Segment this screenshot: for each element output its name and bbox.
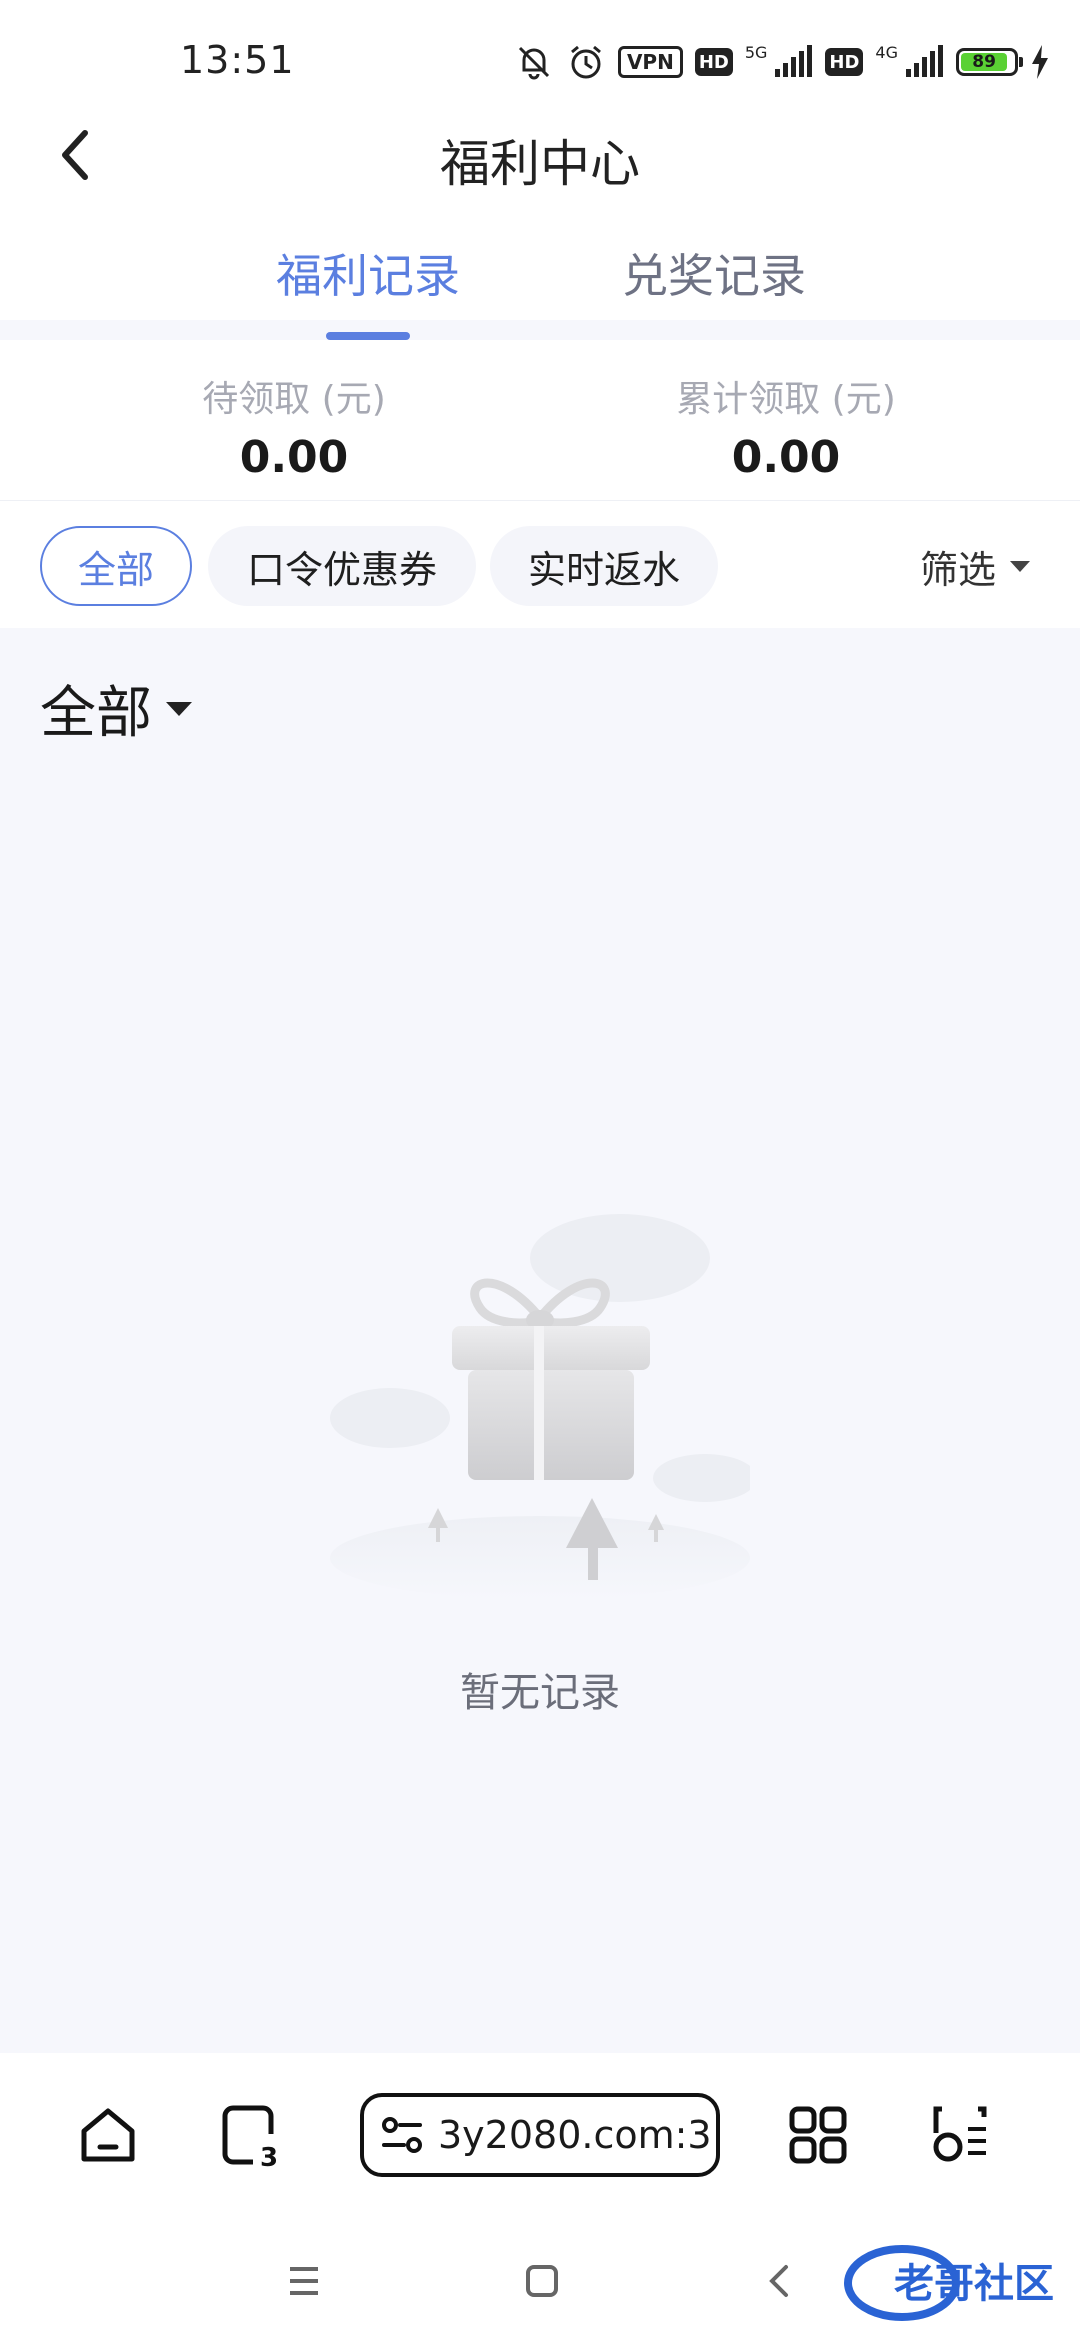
- watermark-text: 老哥社区: [894, 2261, 1054, 2307]
- summary-panel: 待领取 (元) 0.00 累计领取 (元) 0.00: [0, 340, 1080, 500]
- browser-toolbar: 3 3y2080.com:3: [0, 2053, 1080, 2223]
- battery-indicator: 89: [956, 48, 1023, 76]
- back-icon[interactable]: [750, 2251, 810, 2311]
- signal-icon-2: [904, 42, 944, 82]
- menu-icon[interactable]: [274, 2251, 334, 2311]
- battery-level: 89: [961, 52, 1008, 72]
- filter-label: 筛选: [919, 547, 996, 592]
- charging-icon: [1030, 42, 1050, 82]
- total-summary: 累计领取 (元) 0.00: [606, 370, 966, 483]
- hd-badge-2: HD: [825, 48, 864, 76]
- header: 福利中心 福利记录 兑奖记录: [0, 120, 1080, 340]
- chip-all[interactable]: 全部: [40, 526, 192, 606]
- mute-bell-icon: [514, 42, 554, 82]
- status-time: 13:51: [180, 38, 295, 82]
- url-text: 3y2080.com:3: [438, 2113, 712, 2157]
- tabs-icon[interactable]: 3: [212, 2095, 292, 2175]
- address-bar[interactable]: 3y2080.com:3: [360, 2093, 720, 2177]
- vpn-badge: VPN: [617, 46, 683, 78]
- status-bar: 13:51 VPN HD 5G HD 4G 89: [0, 0, 1080, 120]
- tab-welfare-records[interactable]: 福利记录: [276, 240, 460, 306]
- system-nav-bar: 老哥社区: [0, 2223, 1080, 2340]
- page-title: 福利中心: [440, 135, 640, 193]
- pending-label: 待领取 (元): [202, 379, 386, 420]
- network-type-label: 5G: [744, 42, 768, 62]
- tab-count: 3: [260, 2143, 278, 2170]
- group-label: 全部: [40, 681, 152, 746]
- watermark-logo: 老哥社区: [844, 2245, 1054, 2321]
- total-value: 0.00: [731, 432, 841, 483]
- signal-icon: [773, 42, 813, 82]
- filter-button[interactable]: 筛选: [920, 526, 1030, 606]
- scan-icon[interactable]: [920, 2095, 1000, 2175]
- gift-box-icon: [330, 1214, 750, 1600]
- network-type-label-2: 4G: [875, 42, 898, 62]
- tab-redeem-records[interactable]: 兑奖记录: [622, 240, 806, 306]
- caret-down-icon: [166, 701, 192, 716]
- alarm-icon: [566, 42, 606, 82]
- pending-summary: 待领取 (元) 0.00: [114, 370, 474, 483]
- site-settings-icon: [382, 2117, 422, 2153]
- hd-badge: HD: [694, 48, 733, 76]
- home-square-icon[interactable]: [512, 2251, 572, 2311]
- tab-bar: 福利记录 兑奖记录: [0, 240, 1080, 340]
- caret-down-icon: [1010, 560, 1030, 572]
- pending-value: 0.00: [239, 432, 349, 483]
- active-tab-indicator: [326, 332, 410, 340]
- status-icons: VPN HD 5G HD 4G 89: [514, 38, 1050, 86]
- chip-realtime-rebate[interactable]: 实时返水: [490, 526, 718, 606]
- home-icon[interactable]: [68, 2095, 148, 2175]
- group-selector[interactable]: 全部: [40, 668, 192, 749]
- filter-bar: 全部 口令优惠券 实时返水 筛选: [0, 500, 1080, 628]
- apps-grid-icon[interactable]: [778, 2095, 858, 2175]
- chip-code-coupon[interactable]: 口令优惠券: [208, 526, 476, 606]
- total-label: 累计领取 (元): [676, 379, 896, 420]
- records-content: 全部 暂无记录: [0, 628, 1080, 2053]
- empty-state-text: 暂无记录: [460, 1670, 620, 1716]
